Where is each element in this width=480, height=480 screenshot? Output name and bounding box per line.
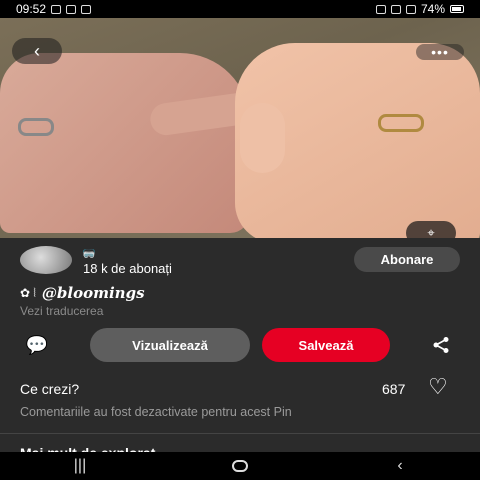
more-icon: •••	[431, 44, 449, 60]
creator-name[interactable]: 🥽	[82, 247, 96, 260]
flower-icon: ✿ ⦚	[20, 285, 36, 300]
gallery-icon	[51, 4, 62, 14]
lens-icon: ⌖	[427, 225, 435, 238]
back-button[interactable]: ‹	[12, 38, 62, 64]
chevron-left-icon: ‹	[34, 40, 40, 61]
nav-back-button[interactable]: ‹	[380, 452, 420, 480]
message-icon	[66, 4, 77, 14]
comment-glyph: 💬	[25, 334, 49, 355]
status-bar: 09:52 74%	[0, 0, 480, 18]
alarm-icon	[375, 4, 386, 14]
home-icon	[232, 460, 248, 472]
recent-apps-button[interactable]: |||	[60, 452, 100, 480]
creator-avatar[interactable]	[20, 246, 72, 274]
signal-icon	[405, 4, 416, 14]
hand-left	[0, 53, 257, 233]
comment-icon[interactable]: 💬	[24, 334, 50, 356]
follow-button[interactable]: Abonare	[354, 247, 460, 272]
recent-apps-icon: |||	[73, 457, 87, 474]
home-button[interactable]	[220, 452, 260, 480]
share-icon[interactable]	[428, 334, 454, 356]
see-translation-link[interactable]: Vezi traducerea	[20, 304, 103, 318]
divider	[0, 433, 480, 434]
wifi-icon	[390, 4, 401, 14]
battery-percent: 74%	[420, 2, 445, 16]
reaction-count: 687	[382, 381, 406, 397]
share-svg	[433, 337, 449, 353]
status-left: 09:52	[16, 2, 92, 16]
save-button[interactable]: Salvează	[262, 328, 390, 362]
ring-gold	[378, 114, 424, 132]
pin-image[interactable]: ‹ ••• ⌖	[0, 18, 480, 238]
pin-title: @bloomings	[41, 284, 145, 302]
view-button[interactable]: Vizualizează	[90, 328, 250, 362]
comments-prompt: Ce crezi?	[20, 381, 80, 397]
more-options-button[interactable]: •••	[416, 44, 464, 60]
status-right: 74%	[375, 2, 464, 16]
battery-icon	[450, 5, 464, 13]
back-icon: ‹	[397, 457, 403, 474]
whatsapp-icon	[81, 4, 92, 14]
follower-count: 18 k de abonați	[83, 261, 172, 276]
comments-disabled-message: Comentariile au fost dezactivate pentru …	[20, 405, 292, 419]
visual-search-button[interactable]: ⌖	[406, 221, 456, 238]
hand-right	[235, 43, 480, 238]
pin-title-row: ✿ ⦚ @bloomings	[20, 284, 145, 302]
heart-icon[interactable]: ♡	[428, 376, 448, 398]
status-time: 09:52	[16, 2, 47, 16]
ring-silver	[18, 118, 54, 136]
system-nav-bar: ||| ‹	[0, 452, 480, 480]
